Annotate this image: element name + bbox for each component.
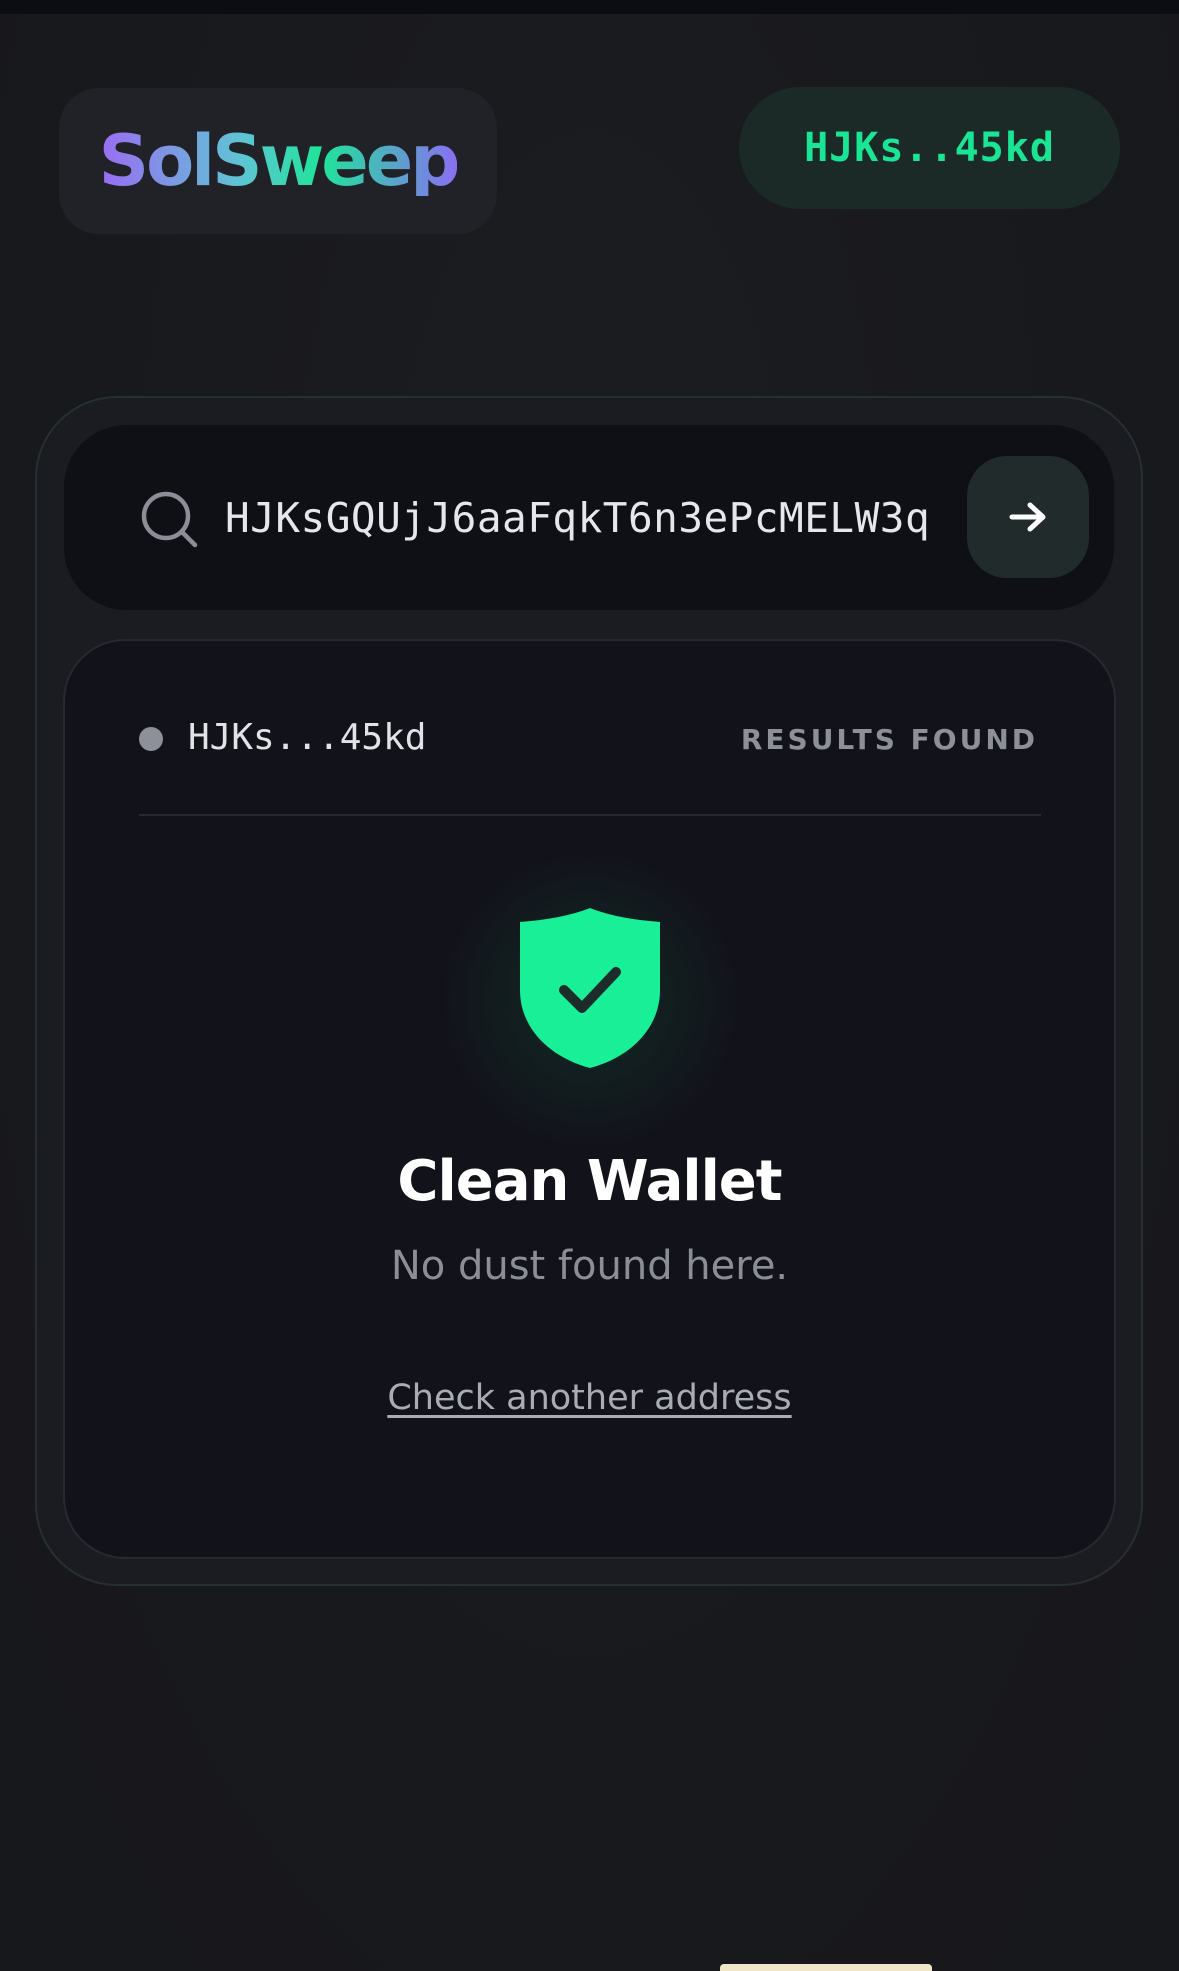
result-wallet-address: HJKs...45kd: [188, 717, 427, 758]
result-title: Clean Wallet: [397, 1149, 782, 1214]
wallet-address-short: HJKs..45kd: [804, 125, 1055, 171]
logo-text: SolSweep: [98, 120, 461, 202]
results-status-label: RESULTS FOUND: [740, 723, 1038, 756]
arrow-right-icon: [1009, 502, 1046, 532]
home-indicator: [720, 1964, 932, 1971]
result-subtitle: No dust found here.: [390, 1243, 789, 1289]
submit-search-button[interactable]: [967, 456, 1089, 578]
logo[interactable]: SolSweep: [59, 88, 497, 234]
status-bar-strip: [0, 0, 1179, 14]
connected-wallet-button[interactable]: HJKs..45kd: [739, 87, 1120, 209]
check-another-address-link[interactable]: Check another address: [387, 1378, 791, 1418]
search-icon: [141, 491, 198, 548]
status-dot: [139, 727, 163, 751]
wallet-address-input[interactable]: [225, 480, 943, 556]
shield-check-icon: [520, 908, 660, 1068]
check-another-container: Check another address: [0, 1372, 1179, 1430]
divider: [139, 814, 1041, 816]
